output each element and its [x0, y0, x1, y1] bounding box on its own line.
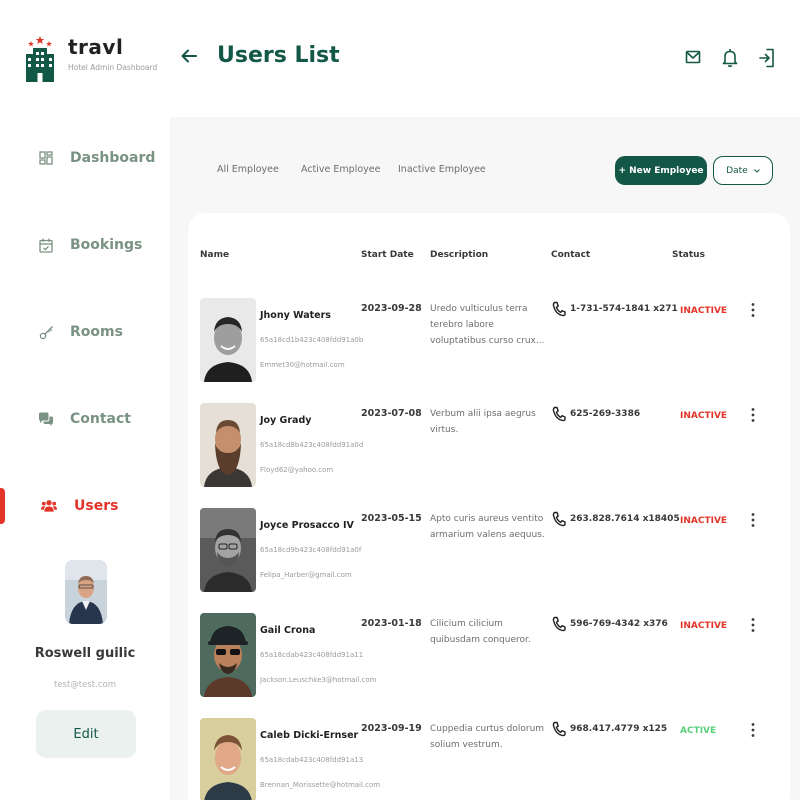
contact-phone: 625-269-3386: [570, 409, 641, 419]
phone-icon: [552, 511, 566, 527]
chat-icon: [38, 411, 54, 427]
sidebar-item-rooms[interactable]: Rooms: [0, 314, 170, 350]
sidebar-item-contact[interactable]: Contact: [0, 401, 170, 437]
brand-logo[interactable]: travl Hotel Admin Dashboard: [26, 36, 157, 82]
column-header-status: Status: [672, 250, 705, 260]
sidebar-item-label: Bookings: [70, 237, 143, 253]
start-date: 2023-09-19: [361, 723, 422, 734]
sidebar-item-users[interactable]: Users: [0, 488, 170, 524]
user-id: 65a18cd1b423c408fdd91a0b: [260, 336, 364, 344]
user-photo: [200, 298, 256, 382]
user-name: Joyce Prosacco IV: [260, 520, 354, 531]
user-name: Caleb Dicki-Ernser: [260, 730, 359, 741]
description: Cilicium cilicium quibusdam conqueror.: [430, 619, 531, 645]
top-header: Users List: [170, 0, 800, 117]
description: Uredo vulticulus terra terebro labore vo…: [430, 304, 545, 346]
profile-email: test@test.com: [53, 680, 116, 690]
date-sort-button[interactable]: Date: [713, 156, 773, 185]
brand-name: travl: [68, 35, 124, 59]
sidebar-item-bookings[interactable]: Bookings: [0, 227, 170, 263]
status-badge: INACTIVE: [680, 621, 728, 631]
tab-active-employee[interactable]: Active Employee: [301, 164, 380, 175]
phone-icon: [552, 721, 566, 737]
contact-phone: 596-769-4342 x376: [570, 619, 668, 629]
table-row[interactable]: Joy Grady 65a18cd8b423c408fdd91a0d Floyd…: [188, 403, 790, 508]
more-options-icon[interactable]: [748, 722, 758, 738]
description: Verbum alii ipsa aegrus virtus.: [430, 409, 536, 435]
user-id: 65a18cd8b423c408fdd91a0d: [260, 441, 364, 449]
contact-phone: 1-731-574-1841 x271: [570, 304, 678, 314]
column-header-name: Name: [200, 250, 230, 260]
new-employee-button[interactable]: + New Employee: [615, 156, 707, 185]
bell-icon[interactable]: [721, 48, 739, 68]
start-date: 2023-01-18: [361, 618, 422, 629]
status-badge: ACTIVE: [680, 726, 717, 736]
date-sort-label: Date: [726, 165, 748, 176]
contact-phone: 263.828.7614 x18405: [570, 514, 680, 524]
table-row[interactable]: Gail Crona 65a18cdab423c408fdd91a11 Jack…: [188, 613, 790, 718]
more-options-icon[interactable]: [748, 617, 758, 633]
sidebar-item-label: Dashboard: [70, 150, 156, 166]
phone-icon: [552, 616, 566, 632]
edit-profile-button[interactable]: Edit: [36, 710, 136, 758]
user-email: Jackson.Leuschke3@hotmail.com: [260, 676, 377, 684]
more-options-icon[interactable]: [748, 512, 758, 528]
sidebar-item-label: Rooms: [70, 324, 123, 340]
profile-name: Roswell guilic: [34, 646, 136, 661]
column-header-start-date: Start Date: [361, 250, 414, 260]
user-id: 65a18cd9b423c408fdd91a0f: [260, 546, 362, 554]
description: Cuppedia curtus dolorum solium vestrum.: [430, 724, 545, 750]
status-badge: INACTIVE: [680, 516, 728, 526]
users-icon: [41, 498, 57, 514]
sidebar-item-dashboard[interactable]: Dashboard: [0, 140, 170, 176]
key-icon: [38, 324, 54, 340]
user-photo: [200, 613, 256, 697]
sidebar-item-label: Users: [74, 498, 119, 514]
contact-phone: 968.417.4779 x125: [570, 724, 668, 734]
user-id: 65a18cdab423c408fdd91a11: [260, 651, 364, 659]
table-row[interactable]: Jhony Waters 65a18cd1b423c408fdd91a0b Em…: [188, 298, 790, 403]
dashboard-icon: [38, 150, 54, 166]
column-header-description: Description: [430, 250, 489, 260]
more-options-icon[interactable]: [748, 407, 758, 423]
logout-icon[interactable]: [758, 48, 776, 68]
hotel-icon: [26, 36, 54, 82]
user-email: Emmet30@hotmail.com: [260, 361, 345, 369]
more-options-icon[interactable]: [748, 302, 758, 318]
start-date: 2023-07-08: [361, 408, 422, 419]
active-indicator: [0, 488, 5, 524]
user-photo: [200, 718, 256, 800]
phone-icon: [552, 301, 566, 317]
table-row[interactable]: Joyce Prosacco IV 65a18cd9b423c408fdd91a…: [188, 508, 790, 613]
user-email: Brennan_Morissette@hotmail.com: [260, 781, 381, 789]
page-title: Users List: [217, 43, 340, 68]
start-date: 2023-09-28: [361, 303, 422, 314]
calendar-icon: [38, 237, 54, 253]
status-badge: INACTIVE: [680, 306, 728, 316]
back-arrow-icon[interactable]: [180, 47, 198, 65]
profile-avatar: [65, 560, 107, 624]
phone-icon: [552, 406, 566, 422]
brand-subtitle: Hotel Admin Dashboard: [68, 63, 158, 72]
user-name: Jhony Waters: [260, 310, 331, 321]
user-photo: [200, 403, 256, 487]
column-header-contact: Contact: [551, 250, 591, 260]
user-photo: [200, 508, 256, 592]
start-date: 2023-05-15: [361, 513, 422, 524]
user-id: 65a18cdab423c408fdd91a13: [260, 756, 364, 764]
description: Apto curis aureus ventito armarium valen…: [430, 514, 545, 540]
sidebar-item-label: Contact: [70, 411, 131, 427]
mail-icon[interactable]: [684, 48, 702, 66]
user-email: Felipa_Harber@gmail.com: [260, 571, 352, 579]
status-badge: INACTIVE: [680, 411, 728, 421]
user-name: Joy Grady: [260, 415, 312, 426]
chevron-down-icon: [753, 166, 760, 176]
user-email: Floyd62@yahoo.com: [260, 466, 334, 474]
sidebar: travl Hotel Admin Dashboard Dashboard Bo…: [0, 0, 170, 800]
table-row[interactable]: Caleb Dicki-Ernser 65a18cdab423c408fdd91…: [188, 718, 790, 800]
tab-all-employee[interactable]: All Employee: [217, 164, 279, 175]
tab-inactive-employee[interactable]: Inactive Employee: [398, 164, 486, 175]
user-name: Gail Crona: [260, 625, 316, 636]
